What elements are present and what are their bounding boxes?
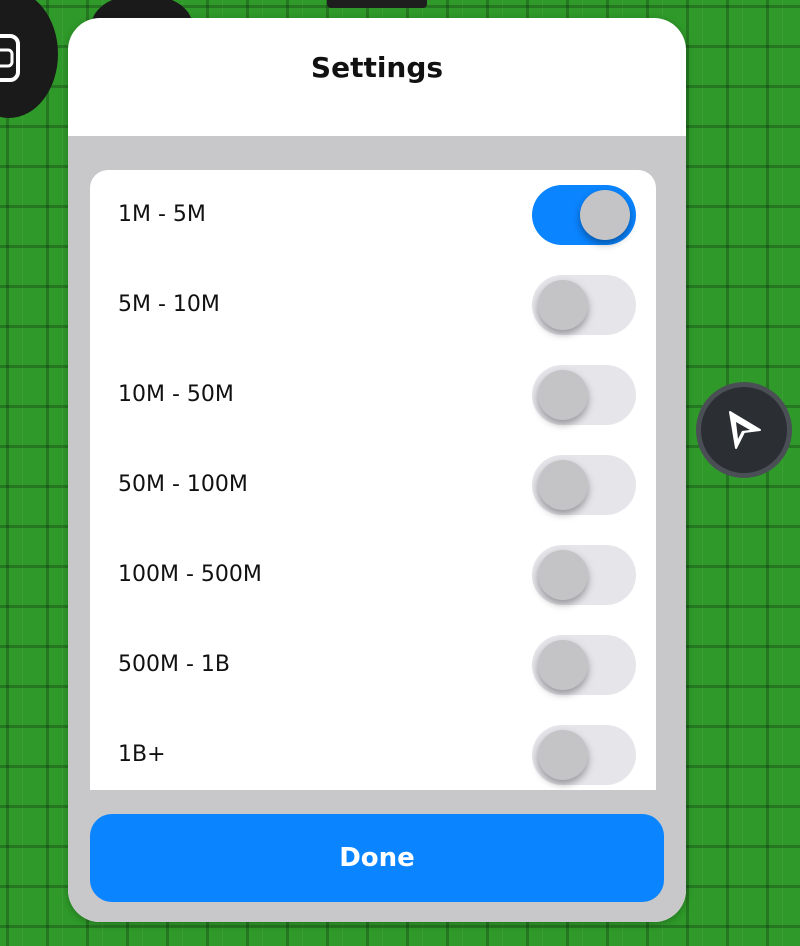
range-toggle[interactable] (532, 275, 636, 335)
toggle-knob (538, 280, 588, 330)
range-toggle[interactable] (532, 185, 636, 245)
toggle-knob (538, 550, 588, 600)
play-cursor-icon (729, 411, 761, 449)
range-toggle[interactable] (532, 725, 636, 785)
range-label: 5M - 10M (118, 292, 220, 317)
top-notch (327, 0, 427, 8)
range-label: 500M - 1B (118, 652, 230, 677)
range-row: 50M - 100M (90, 440, 656, 530)
range-list[interactable]: 1M - 5M 5M - 10M 10M - 50M 50M - 100M 100M -… (90, 170, 656, 790)
toggle-knob (538, 370, 588, 420)
range-row: 10M - 50M (90, 350, 656, 440)
modal-title: Settings (310, 50, 444, 84)
range-label: 1B+ (118, 742, 166, 767)
toggle-knob (538, 460, 588, 510)
range-toggle[interactable] (532, 635, 636, 695)
range-label: 1M - 5M (118, 202, 206, 227)
range-row: 100M - 500M (90, 530, 656, 620)
backpack-icon (0, 34, 20, 82)
range-label: 10M - 50M (118, 382, 234, 407)
range-row: 500M - 1B (90, 620, 656, 710)
settings-modal: Settings 1M - 5M 5M - 10M 10M - 50M 50M - 1… (68, 18, 686, 922)
inventory-button[interactable] (0, 0, 58, 118)
play-button[interactable] (696, 382, 792, 478)
range-toggle[interactable] (532, 455, 636, 515)
range-toggle[interactable] (532, 365, 636, 425)
toggle-knob (580, 190, 630, 240)
range-row: 1B+ (90, 710, 656, 790)
toggle-knob (538, 730, 588, 780)
settings-panel: 1M - 5M 5M - 10M 10M - 50M 50M - 100M 100M -… (68, 136, 686, 922)
toggle-knob (538, 640, 588, 690)
range-row: 1M - 5M (90, 170, 656, 260)
range-label: 50M - 100M (118, 472, 248, 497)
range-row: 5M - 10M (90, 260, 656, 350)
range-label: 100M - 500M (118, 562, 262, 587)
range-toggle[interactable] (532, 545, 636, 605)
done-button[interactable]: Done (90, 814, 664, 902)
